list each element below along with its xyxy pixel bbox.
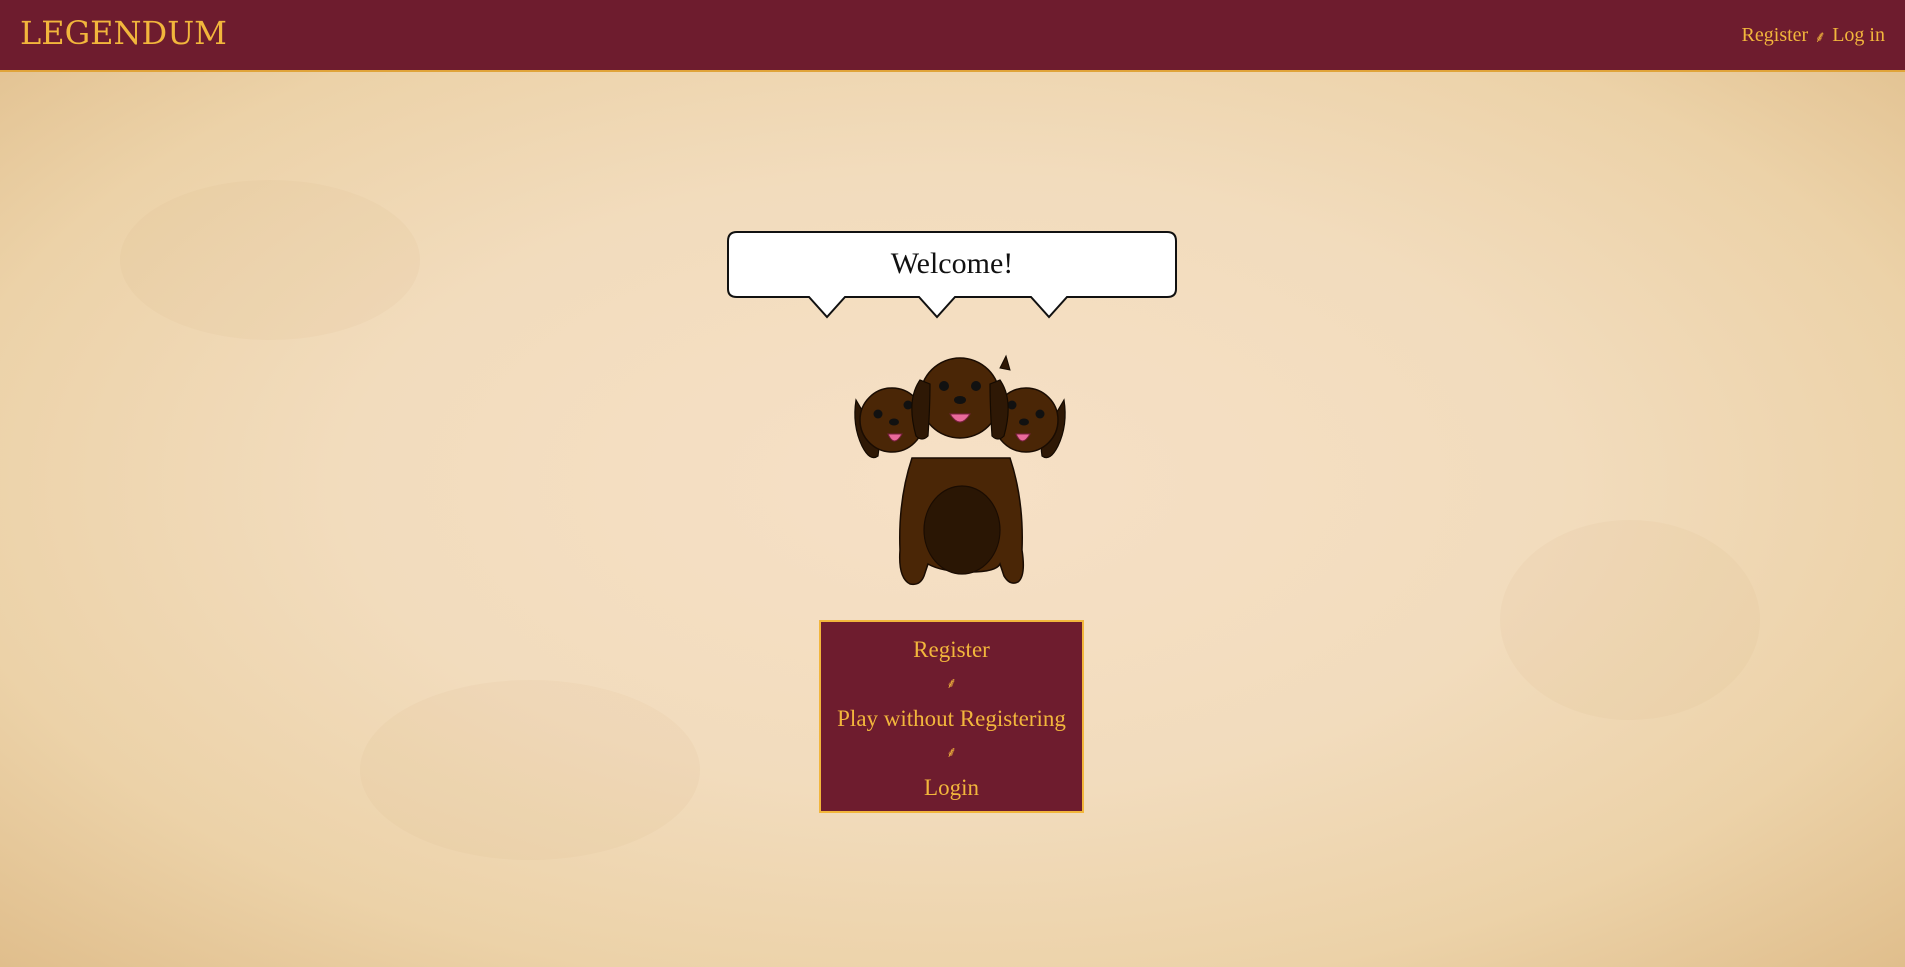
three-headed-dog-icon <box>854 354 1066 586</box>
start-menu: Register ⸙ Play without Registering ⸙ Lo… <box>819 620 1084 813</box>
paper-texture <box>120 180 420 340</box>
speech-bubble: Welcome! <box>727 231 1177 321</box>
top-nav: Register ⸙ Log in <box>1742 24 1885 47</box>
paper-texture <box>1500 520 1760 720</box>
leaf-separator-icon: ⸙ <box>945 676 958 692</box>
leaf-separator-icon: ⸙ <box>1814 28 1827 46</box>
nav-register-link[interactable]: Register <box>1742 24 1809 47</box>
leaf-separator-icon: ⸙ <box>945 745 958 761</box>
top-bar: LEGENDUM Register ⸙ Log in <box>0 0 1905 72</box>
login-button[interactable]: Login <box>924 771 979 805</box>
nav-login-link[interactable]: Log in <box>1832 24 1885 47</box>
play-without-registering-button[interactable]: Play without Registering <box>837 702 1066 736</box>
paper-texture <box>360 680 700 860</box>
register-button[interactable]: Register <box>913 633 990 667</box>
welcome-message: Welcome! <box>890 247 1014 280</box>
site-logo[interactable]: LEGENDUM <box>20 14 227 52</box>
